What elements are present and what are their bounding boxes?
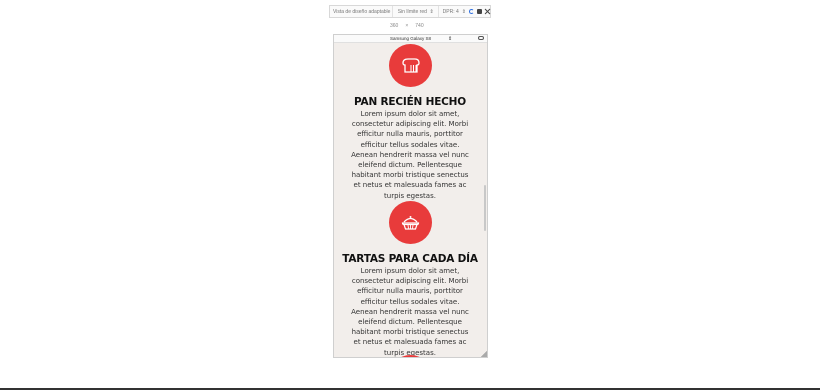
section-text: Lorem ipsum dolor sit amet, consectetur … — [351, 110, 469, 200]
feature-section-pie: TARTAS PARA CADA DÍA Lorem ipsum dolor s… — [334, 201, 486, 357]
pie-icon — [401, 216, 419, 230]
network-label: Sin límite red — [397, 8, 427, 15]
viewport-height[interactable]: 740 — [415, 23, 423, 29]
device-mode-label: Vista de diseño adaptable — [333, 8, 391, 15]
next-icon-circle — [388, 355, 432, 357]
scrollbar[interactable] — [484, 185, 486, 231]
device-mode-select[interactable]: Vista de diseño adaptable — [330, 6, 393, 17]
cloud-icon[interactable] — [478, 36, 484, 40]
bread-icon-circle — [388, 44, 432, 87]
section-title: TARTAS PARA CADA DÍA — [342, 253, 478, 265]
resize-handle[interactable] — [481, 351, 487, 357]
section-text: Lorem ipsum dolor sit amet, consectetur … — [351, 267, 469, 357]
section-title: PAN RECIÉN HECHO — [354, 96, 466, 108]
network-throttle-select[interactable]: Sin límite red ⇕ — [393, 6, 439, 17]
close-icon[interactable] — [485, 9, 490, 14]
feature-section-next — [334, 355, 486, 357]
viewport-dimensions: 360 × 740 — [390, 23, 424, 29]
device-frame-bar: Samsung Galaxy S8 ⇕ — [334, 35, 487, 43]
dpr-label: DPR: 4 — [442, 8, 459, 15]
viewport-width[interactable]: 360 — [390, 23, 398, 29]
device-name[interactable]: Samsung Galaxy S8 — [390, 36, 431, 41]
chevron-down-icon[interactable]: ⇕ — [448, 36, 452, 42]
bread-icon — [401, 58, 420, 73]
dpr-select[interactable]: DPR: 4 ⇕ — [439, 9, 466, 15]
device-frame: Samsung Galaxy S8 ⇕ PAN RECIÉN HECHO Lor… — [333, 34, 488, 358]
camera-icon[interactable] — [477, 9, 482, 14]
chevron-down-icon: ⇕ — [461, 8, 466, 15]
pie-icon-circle — [388, 201, 432, 244]
dimension-separator: × — [405, 23, 409, 29]
chevron-down-icon: ⇕ — [429, 8, 434, 15]
feature-section-bread: PAN RECIÉN HECHO Lorem ipsum dolor sit a… — [334, 44, 486, 201]
devtools-toolbar: Vista de diseño adaptable Sin límite red… — [329, 5, 491, 18]
rotate-icon[interactable] — [469, 9, 474, 14]
